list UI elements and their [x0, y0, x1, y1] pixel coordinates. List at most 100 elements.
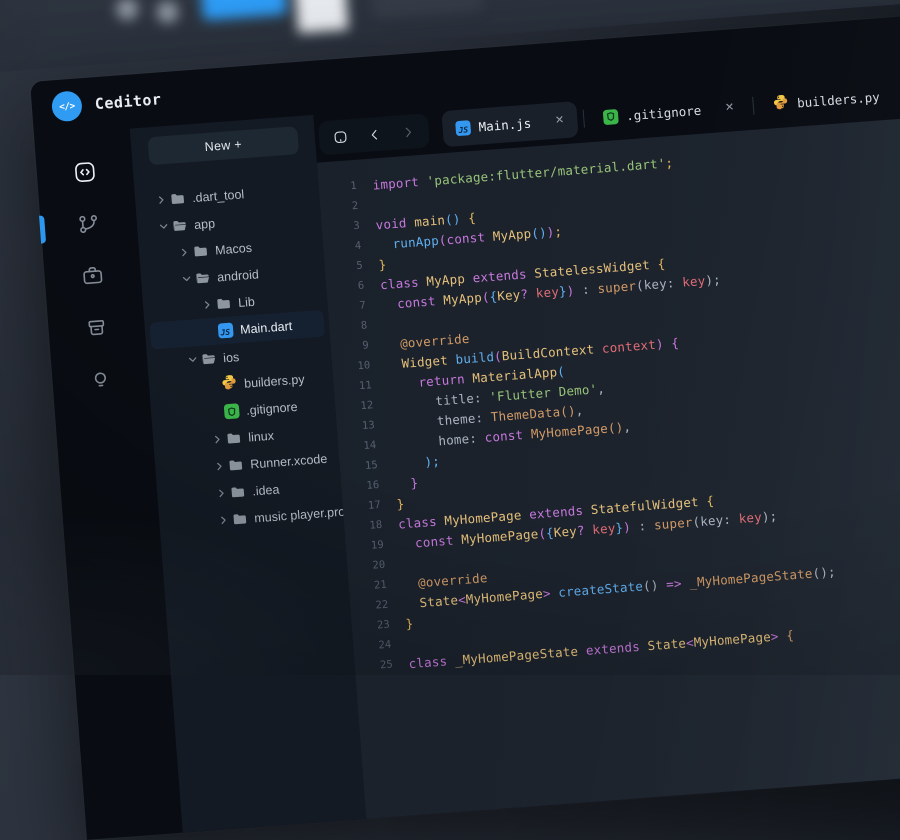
line-number: 13: [346, 419, 375, 433]
tab-label: .gitignore: [626, 102, 702, 123]
folder-icon: [231, 510, 248, 527]
chevron-right-icon[interactable]: [176, 247, 193, 257]
chevron-spacer: [205, 385, 221, 386]
line-number: 11: [343, 379, 372, 393]
python-icon: [221, 376, 238, 393]
close-icon[interactable]: ✕: [555, 115, 565, 127]
back-button chevron-left-icon[interactable]: [360, 120, 388, 148]
sidebar-git-branch-icon[interactable]: [67, 203, 110, 246]
tree-item-label: Main.dart: [240, 319, 293, 337]
folder-icon: [215, 295, 232, 312]
tree-item-label: android: [217, 267, 260, 284]
sidebar-briefcase-icon[interactable]: [71, 254, 114, 297]
chevron-spacer: [201, 331, 217, 332]
tab-divider: [583, 110, 585, 128]
line-number: 6: [336, 280, 365, 294]
code-text: }: [378, 256, 387, 272]
folder-icon: [229, 484, 246, 501]
git-icon: [223, 403, 240, 420]
tree-item-label: linux: [248, 428, 275, 444]
chevron-right-icon[interactable]: [215, 515, 232, 525]
folder-icon: [225, 430, 242, 447]
code-text: }: [405, 615, 414, 631]
line-number: 4: [333, 240, 362, 254]
js-file-icon: JS: [455, 120, 471, 136]
line-number: 5: [334, 260, 363, 274]
folder-open-icon: [200, 350, 217, 367]
line-number: 8: [339, 319, 368, 333]
blurred-white-panel: [292, 0, 348, 33]
tree-item-label: .dart_tool: [192, 187, 245, 205]
app-title: Ceditor: [94, 90, 162, 113]
tree-item-label: .gitignore: [246, 399, 298, 417]
line-number: 1: [328, 180, 357, 194]
tree-item-label: ios: [223, 350, 240, 365]
code-editor[interactable]: 1import 'package:flutter/material.dart';…: [317, 107, 900, 819]
line-number: 21: [358, 579, 387, 593]
chevron-spacer: [207, 412, 223, 413]
js-icon: JS: [217, 322, 234, 339]
tab--gitignore[interactable]: .gitignore ✕: [589, 88, 749, 136]
blurred-blue-button: [201, 0, 287, 20]
new-file-button[interactable]: New +: [147, 126, 299, 165]
chevron-right-icon[interactable]: [211, 461, 228, 471]
tab-main-js[interactable]: JS Main.js ✕: [441, 101, 578, 147]
code-text: }: [395, 475, 419, 492]
chevron-down-icon[interactable]: [178, 274, 195, 284]
editor-nav-group: [318, 113, 430, 155]
chevron-right-icon[interactable]: [153, 195, 170, 205]
code-text: }: [396, 496, 405, 512]
blurred-circle-button: [156, 0, 180, 24]
tree-item-label: Runner.xcode: [250, 451, 328, 471]
git-file-icon: [603, 109, 619, 125]
editor-window: </> Ceditor New + .dart_toolapp Macos andr…: [30, 6, 900, 840]
line-number: 2: [330, 200, 359, 214]
home-button home-icon[interactable]: [326, 123, 354, 151]
line-number: 19: [355, 539, 384, 553]
line-number: 20: [357, 559, 386, 573]
tree-item-label: Macos: [215, 240, 253, 257]
chevron-down-icon[interactable]: [155, 222, 172, 232]
chevron-right-icon[interactable]: [213, 488, 230, 498]
line-number: 7: [337, 299, 366, 313]
tab-label: Main.js: [478, 115, 532, 134]
chevron-right-icon[interactable]: [199, 300, 216, 310]
folder-icon: [227, 457, 244, 474]
line-number: 25: [364, 658, 393, 672]
chevron-down-icon[interactable]: [184, 355, 201, 365]
line-number: 14: [348, 439, 377, 453]
folder-icon: [169, 190, 186, 207]
line-number: 18: [354, 519, 383, 533]
app-logo code-slash-icon: </>: [51, 90, 83, 122]
sidebar-code-icon[interactable]: [63, 151, 106, 194]
file-tree: .dart_toolapp Macos android Lib JS Main.darti…: [133, 163, 344, 539]
chevron-right-icon[interactable]: [209, 434, 226, 444]
tree-item-label: app: [194, 216, 216, 232]
python-file-icon: [772, 93, 790, 115]
line-number: 3: [331, 220, 360, 234]
folder-icon: [192, 243, 209, 260]
tree-item-label: .idea: [252, 482, 280, 498]
close-icon[interactable]: ✕: [725, 102, 735, 114]
line-number: 17: [352, 499, 381, 513]
folder-open-icon: [194, 270, 211, 287]
blurred-circle-button: [115, 0, 139, 21]
line-number: 12: [345, 399, 374, 413]
tree-item-label: builders.py: [244, 372, 305, 390]
sidebar-lightbulb-icon[interactable]: [79, 358, 122, 401]
line-number: 9: [340, 339, 369, 353]
folder-open-icon: [171, 217, 188, 234]
forward-button chevron-right-icon[interactable]: [394, 118, 422, 146]
line-number: 16: [351, 479, 380, 493]
line-number: 23: [361, 619, 390, 633]
tab-label: builders.py: [797, 89, 881, 110]
window-content: New + .dart_toolapp Macos android Lib JS Main…: [34, 59, 900, 839]
tab-builders-py[interactable]: builders.py✕: [759, 75, 900, 123]
editor-column: JS Main.js ✕ .gitignore ✕ builders.py✕ 1impor…: [313, 59, 900, 818]
tree-item-label: Lib: [238, 294, 256, 309]
tree-item-label: music player.proj: [254, 504, 349, 525]
active-rail-indicator: [39, 215, 46, 243]
sidebar-archive-box-icon[interactable]: [75, 306, 118, 349]
blurred-dim-panel: [369, 0, 483, 20]
line-number: 10: [342, 359, 371, 373]
